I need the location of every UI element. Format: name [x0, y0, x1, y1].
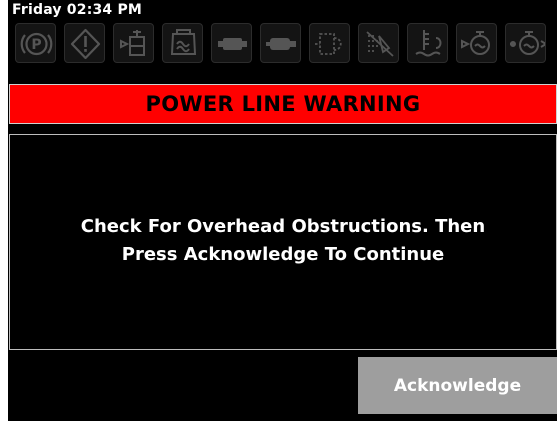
hydraulic-oil-temperature-icon — [407, 23, 448, 63]
hydraulic-filter-icon — [260, 23, 301, 63]
battery-charge-icon — [211, 23, 252, 63]
message-panel: Check For Overhead Obstructions. Then Pr… — [9, 134, 557, 350]
display-screen: Friday 02:34 PM P POWER LINE WARNING Che… — [8, 0, 557, 421]
engine-icon — [456, 23, 497, 63]
coolant-icon — [162, 23, 203, 63]
transmission-icon — [309, 23, 350, 63]
indicator-bar: P — [15, 23, 557, 65]
message-line-2: Press Acknowledge To Continue — [121, 244, 445, 265]
general-warning-icon — [64, 23, 105, 63]
acknowledge-button[interactable]: Acknowledge — [358, 357, 557, 414]
fuel-filter-icon — [358, 23, 399, 63]
parking-brake-icon: P — [15, 23, 56, 63]
warning-title: POWER LINE WARNING — [145, 92, 421, 116]
svg-text:P: P — [31, 37, 41, 53]
engine-oil-icon — [505, 23, 546, 63]
warning-message: Check For Overhead Obstructions. Then Pr… — [10, 213, 556, 269]
message-line-1: Check For Overhead Obstructions. Then — [80, 216, 486, 237]
hydraulic-oil-icon — [113, 23, 154, 63]
status-clock: Friday 02:34 PM — [12, 2, 143, 18]
warning-banner: POWER LINE WARNING — [9, 84, 557, 124]
